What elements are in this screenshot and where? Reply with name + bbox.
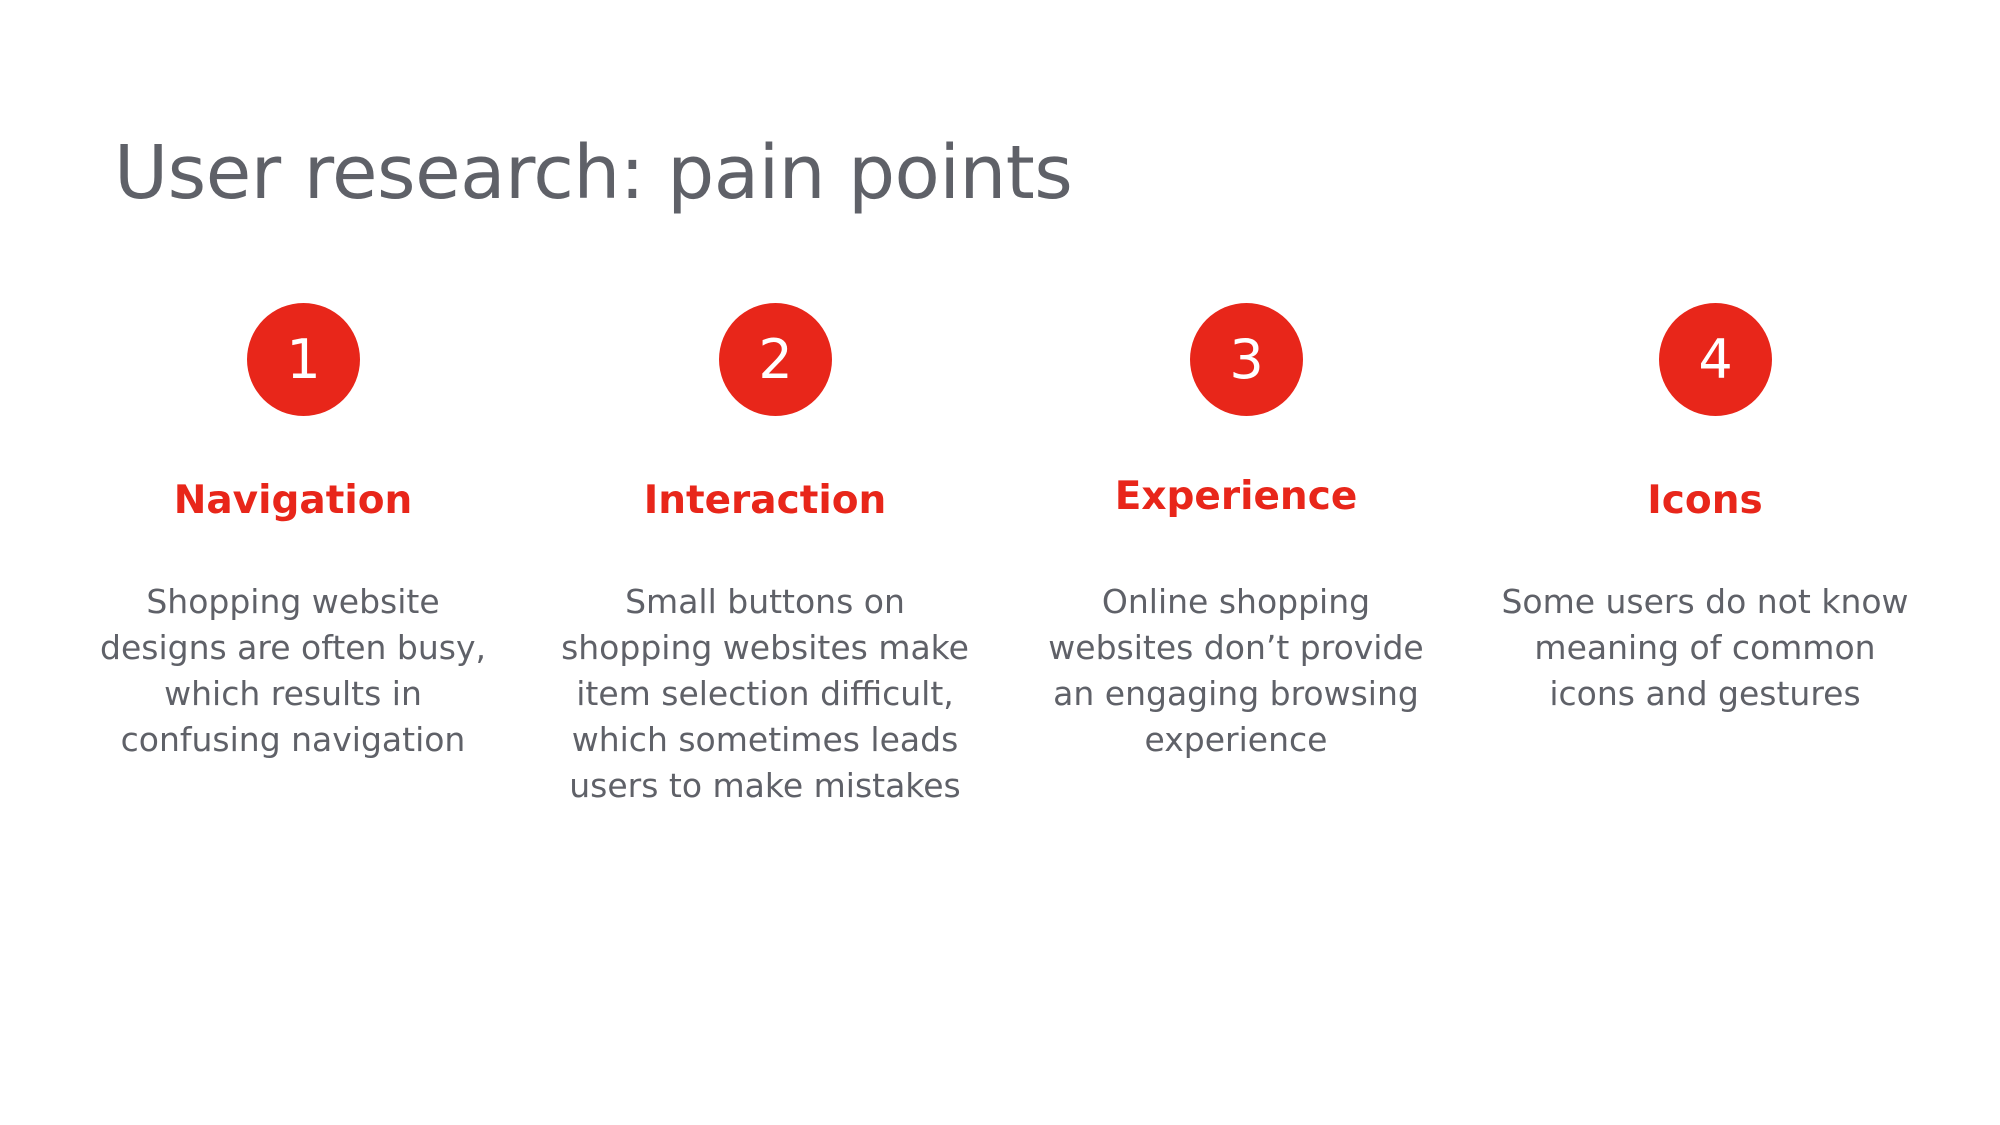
pain-point-experience: 3 Experience Online shopping websites do… bbox=[1016, 303, 1456, 823]
pain-point-interaction: 2 Interaction Small buttons on shopping … bbox=[545, 303, 985, 823]
pain-point-description: Small buttons on shopping websites make … bbox=[561, 582, 969, 805]
number-badge-1: 1 bbox=[247, 303, 360, 416]
number-badge-4: 4 bbox=[1659, 303, 1772, 416]
pain-point-description: Shopping website designs are often busy,… bbox=[100, 582, 486, 759]
pain-point-heading: Navigation bbox=[173, 478, 413, 523]
number-badge-3: 3 bbox=[1190, 303, 1303, 416]
pain-point-heading: Icons bbox=[1647, 478, 1763, 523]
number-badge-2: 2 bbox=[719, 303, 832, 416]
pain-point-icons: 4 Icons Some users do not know meaning o… bbox=[1485, 303, 1925, 823]
pain-point-heading: Interaction bbox=[643, 478, 887, 523]
pain-point-description: Online shopping websites don’t provide a… bbox=[1048, 582, 1424, 759]
slide-title: User research: pain points bbox=[114, 130, 1073, 216]
pain-point-navigation: 1 Navigation Shopping website designs ar… bbox=[73, 303, 513, 823]
pain-point-heading: Experience bbox=[1114, 474, 1358, 519]
pain-point-description: Some users do not know meaning of common… bbox=[1501, 582, 1909, 713]
